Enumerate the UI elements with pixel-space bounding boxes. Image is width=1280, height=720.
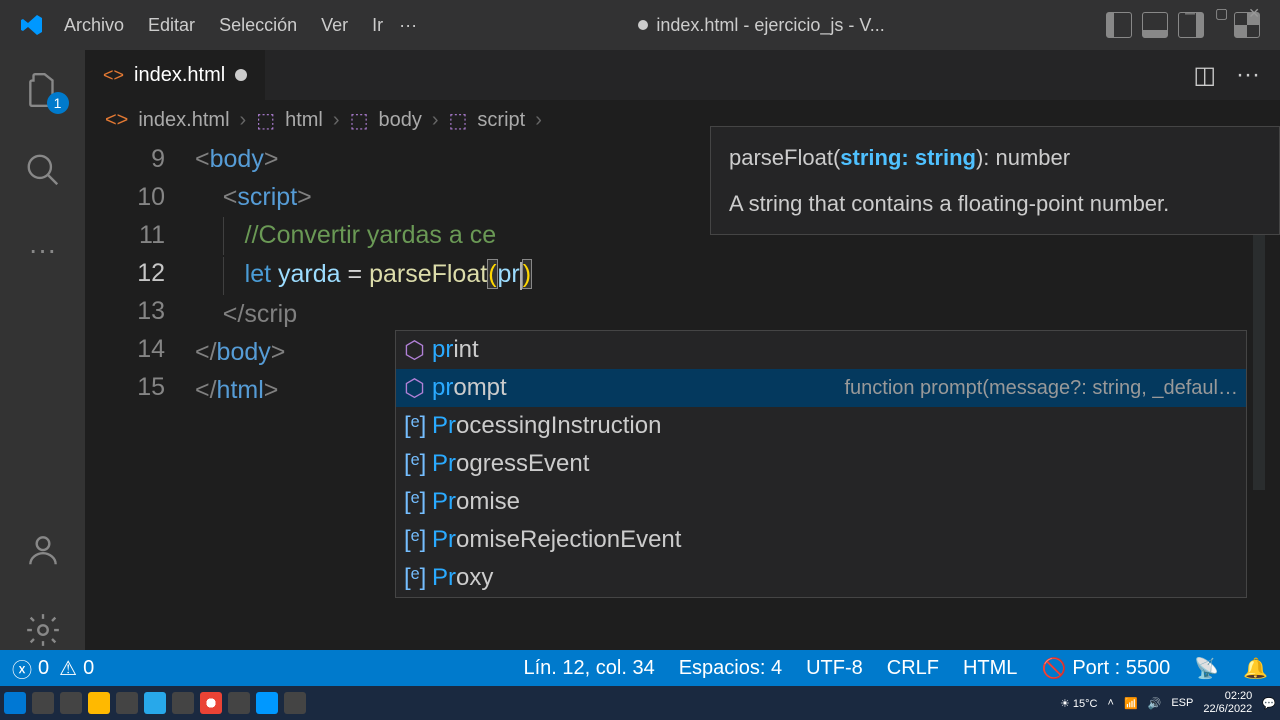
- method-icon: ⬡: [404, 336, 432, 365]
- language-mode[interactable]: HTML: [963, 657, 1017, 680]
- panel-bottom-icon[interactable]: [1142, 12, 1168, 38]
- language-indicator[interactable]: ESP: [1171, 697, 1193, 709]
- activity-bar: ···: [0, 50, 85, 650]
- windows-taskbar: ☀ 15°C ˄ 📶 🔊 ESP 02:2022/6/2022 💬: [0, 686, 1280, 720]
- taskview-icon[interactable]: [60, 692, 82, 714]
- search-icon[interactable]: [23, 150, 63, 190]
- menu-seleccion[interactable]: Selección: [219, 15, 297, 36]
- sig-description: A string that contains a floating-point …: [729, 187, 1261, 220]
- feedback-icon[interactable]: 📡: [1194, 656, 1219, 681]
- volume-icon[interactable]: 🔊: [1148, 697, 1162, 710]
- tab-index-html[interactable]: <> index.html: [85, 50, 265, 100]
- explorer-taskbar-icon[interactable]: [88, 692, 110, 714]
- variable-icon: [ᵉ]: [404, 450, 432, 478]
- app-icon[interactable]: [116, 692, 138, 714]
- vscode-logo-icon: [20, 13, 44, 37]
- indentation[interactable]: Espacios: 4: [679, 657, 782, 680]
- html-file-icon: <>: [105, 109, 128, 132]
- account-icon[interactable]: [23, 530, 63, 570]
- menu-ir[interactable]: Ir: [372, 15, 383, 36]
- chevron-right-icon: ›: [240, 109, 247, 132]
- panel-left-icon[interactable]: [1106, 12, 1132, 38]
- modified-dot-icon: [638, 20, 648, 30]
- live-server-port[interactable]: 🚫 Port : 5500: [1041, 656, 1170, 681]
- cursor-position[interactable]: Lín. 12, col. 34: [523, 657, 654, 680]
- problems-warnings[interactable]: ⚠ 0: [59, 656, 94, 681]
- weather-widget[interactable]: ☀ 15°C: [1060, 697, 1098, 710]
- wifi-icon[interactable]: 📶: [1124, 697, 1138, 710]
- chevron-right-icon: ›: [432, 109, 439, 132]
- encoding[interactable]: UTF-8: [806, 657, 863, 680]
- menu-archivo[interactable]: Archivo: [64, 15, 124, 36]
- breadcrumb-body[interactable]: body: [378, 109, 421, 132]
- vscode-taskbar-icon[interactable]: [256, 692, 278, 714]
- sig-return: ): number: [976, 145, 1070, 170]
- app-icon[interactable]: [284, 692, 306, 714]
- problems-errors[interactable]: ⓧ 0: [12, 654, 49, 683]
- sig-active-param: string: string: [840, 145, 976, 170]
- menu-overflow-icon[interactable]: ···: [399, 15, 417, 36]
- line-gutter: 91011 12131415: [85, 140, 195, 409]
- menu-bar: Archivo Editar Selección Ver Ir: [64, 15, 383, 36]
- html-file-icon: <>: [103, 65, 124, 86]
- status-bar: ⓧ 0 ⚠ 0 Lín. 12, col. 34 Espacios: 4 UTF…: [0, 650, 1280, 686]
- tab-more-icon[interactable]: ···: [1236, 61, 1260, 90]
- app-icon[interactable]: [172, 692, 194, 714]
- suggest-item[interactable]: [ᵉ]Proxy: [396, 559, 1246, 597]
- method-icon: ⬡: [404, 374, 432, 403]
- split-editor-icon[interactable]: ◫: [1193, 61, 1216, 90]
- suggest-item[interactable]: [ᵉ]ProgressEvent: [396, 445, 1246, 483]
- variable-icon: [ᵉ]: [404, 564, 432, 592]
- tab-strip: <> index.html ◫ ···: [85, 50, 1280, 100]
- maximize-icon[interactable]: ▢: [1215, 5, 1228, 22]
- breadcrumb-script[interactable]: script: [477, 109, 525, 132]
- suggest-item[interactable]: [ᵉ]PromiseRejectionEvent: [396, 521, 1246, 559]
- sig-fn: parseFloat(: [729, 145, 840, 170]
- more-icon[interactable]: ···: [23, 230, 63, 270]
- app-icon[interactable]: [228, 692, 250, 714]
- tray-chevron-icon[interactable]: ˄: [1108, 697, 1114, 709]
- variable-icon: [ᵉ]: [404, 488, 432, 516]
- tab-label: index.html: [134, 64, 225, 87]
- search-taskbar-icon[interactable]: [32, 692, 54, 714]
- close-icon[interactable]: ✕: [1248, 5, 1260, 22]
- variable-icon: [ᵉ]: [404, 412, 432, 440]
- signature-help-tooltip: parseFloat(string: string): number A str…: [710, 126, 1280, 235]
- symbol-icon: ⬚: [449, 108, 468, 133]
- title-bar: Archivo Editar Selección Ver Ir ··· inde…: [0, 0, 1280, 50]
- modified-dot-icon: [235, 69, 247, 81]
- suggest-item[interactable]: [ᵉ]Promise: [396, 483, 1246, 521]
- suggest-item[interactable]: ⬡promptfunction prompt(message?: string,…: [396, 369, 1246, 407]
- chrome-icon[interactable]: [200, 692, 222, 714]
- minimize-icon[interactable]: ─: [1185, 5, 1195, 22]
- settings-gear-icon[interactable]: [23, 610, 63, 650]
- symbol-icon: ⬚: [256, 108, 275, 133]
- suggest-item[interactable]: ⬡print: [396, 331, 1246, 369]
- taskbar-clock[interactable]: 02:2022/6/2022: [1203, 690, 1252, 716]
- suggest-item[interactable]: [ᵉ]ProcessingInstruction: [396, 407, 1246, 445]
- chevron-right-icon: ›: [535, 109, 542, 132]
- symbol-icon: ⬚: [350, 108, 369, 133]
- menu-ver[interactable]: Ver: [321, 15, 348, 36]
- variable-icon: [ᵉ]: [404, 526, 432, 554]
- menu-editar[interactable]: Editar: [148, 15, 195, 36]
- breadcrumb-file[interactable]: index.html: [138, 109, 229, 132]
- window-controls: ─ ▢ ✕: [1185, 5, 1260, 22]
- edge-icon[interactable]: [144, 692, 166, 714]
- autocomplete-popup[interactable]: ⬡print⬡promptfunction prompt(message?: s…: [395, 330, 1247, 598]
- start-icon[interactable]: [4, 692, 26, 714]
- bell-icon[interactable]: 🔔: [1243, 656, 1268, 681]
- window-title: index.html - ejercicio_js - V...: [417, 15, 1106, 36]
- explorer-icon[interactable]: [23, 70, 63, 110]
- notification-icon[interactable]: 💬: [1262, 697, 1276, 710]
- breadcrumb-html[interactable]: html: [285, 109, 323, 132]
- line-ending[interactable]: CRLF: [887, 657, 939, 680]
- chevron-right-icon: ›: [333, 109, 340, 132]
- window-title-text: index.html - ejercicio_js - V...: [656, 15, 884, 36]
